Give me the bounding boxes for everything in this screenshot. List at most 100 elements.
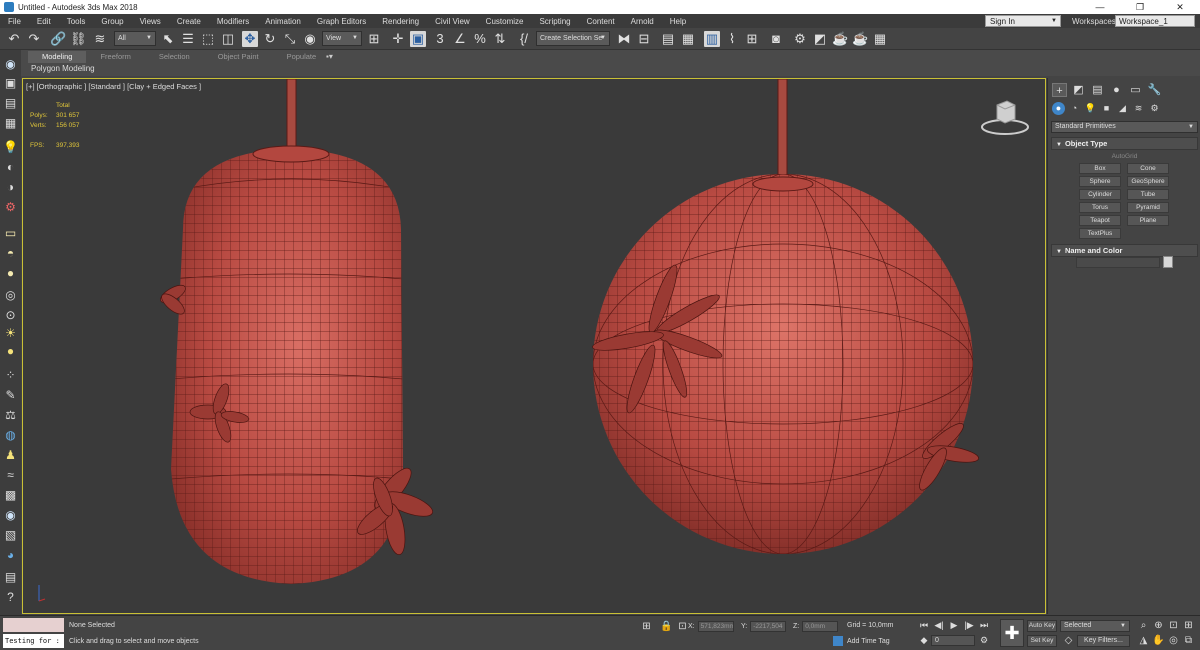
layer-explorer-icon[interactable]: ▦ (680, 31, 696, 47)
motion-tab-icon[interactable]: ● (1109, 83, 1124, 97)
shape-icon[interactable]: ⊙ (3, 308, 18, 322)
object-type-header[interactable]: ▼ Object Type (1051, 137, 1198, 150)
z-value-input[interactable]: 0,0mm (802, 621, 839, 632)
ribbon-options-icon[interactable]: ▪▾ (326, 52, 333, 61)
capsule-object[interactable] (158, 79, 436, 599)
rendered-frame-window-icon[interactable]: ◩ (812, 31, 828, 47)
helper-icon[interactable]: ◑ (3, 180, 18, 194)
undo-icon[interactable]: ↶ (6, 31, 22, 47)
material-editor-icon[interactable]: ◙ (768, 31, 784, 47)
tab-freeform[interactable]: Freeform (86, 51, 144, 63)
particle-icon[interactable]: ⁘ (3, 368, 18, 382)
shapes-category-icon[interactable]: ◔ (1068, 102, 1081, 115)
workspace-select[interactable]: Workspace_1 (1115, 15, 1195, 27)
redo-icon[interactable]: ↷ (26, 31, 42, 47)
cloth-icon[interactable]: ▩ (3, 488, 18, 502)
link-tool-icon[interactable]: ⚖ (3, 408, 18, 422)
globe-icon[interactable]: ◍ (3, 428, 18, 442)
hemisphere-icon[interactable]: ◓ (3, 246, 18, 260)
menu-civil-view[interactable]: Civil View (427, 17, 478, 26)
render-setup-icon[interactable]: ⚙ (792, 31, 808, 47)
orbit-icon[interactable]: ◎ (1167, 635, 1180, 646)
align-icon[interactable]: ⊟ (636, 31, 652, 47)
select-manipulate-icon[interactable]: ✛ (390, 31, 406, 47)
snaps-toggle-icon[interactable]: 3 (432, 31, 448, 47)
tube-button[interactable]: Tube (1127, 189, 1169, 200)
link-icon[interactable]: 🔗 (50, 31, 66, 47)
mirror-icon[interactable]: ⧓ (616, 31, 632, 47)
x-value-input[interactable]: 571,823mm (697, 621, 734, 632)
menu-rendering[interactable]: Rendering (374, 17, 427, 26)
key-set-select[interactable]: Selected ▼ (1060, 620, 1130, 632)
box-button[interactable]: Box (1079, 163, 1121, 174)
object-name-input[interactable] (1076, 257, 1160, 268)
sphere-button[interactable]: Sphere (1079, 176, 1121, 187)
systems-category-icon[interactable]: ⚙ (1148, 102, 1161, 115)
go-to-start-icon[interactable]: ⏮ (918, 620, 930, 631)
menu-file[interactable]: File (0, 17, 29, 26)
zoom-all-icon[interactable]: ⊕ (1152, 620, 1165, 631)
tab-selection[interactable]: Selection (145, 51, 204, 63)
tab-populate[interactable]: Populate (273, 51, 331, 63)
menu-content[interactable]: Content (579, 17, 623, 26)
list-icon[interactable]: ▤ (3, 96, 18, 110)
menu-tools[interactable]: Tools (59, 17, 94, 26)
material-ball-icon[interactable]: ● (3, 344, 18, 358)
menu-views[interactable]: Views (132, 17, 169, 26)
isolate-selection-icon[interactable]: ⊞ (640, 621, 653, 632)
reference-coord-select[interactable]: View ▼ (322, 31, 362, 46)
render-production-icon[interactable]: ☕ (832, 31, 848, 47)
select-and-rotate-icon[interactable]: ↻ (262, 31, 278, 47)
set-key-big-icon[interactable]: ✚ (1000, 619, 1024, 647)
modify-tab-icon[interactable]: ◩ (1071, 83, 1086, 97)
menu-graph-editors[interactable]: Graph Editors (309, 17, 374, 26)
maxscript-listener-input[interactable]: Testing for : (3, 634, 64, 648)
schematic-view-icon[interactable]: ⊞ (744, 31, 760, 47)
current-frame-input[interactable]: 0 (931, 635, 975, 646)
menu-animation[interactable]: Animation (257, 17, 309, 26)
autogrid-checkbox[interactable]: AutoGrid (1051, 153, 1198, 160)
angle-snap-icon[interactable]: ∠ (452, 31, 468, 47)
paint-icon[interactable]: ✎ (3, 388, 18, 402)
explorer-icon[interactable]: ▣ (3, 76, 18, 90)
geosphere-button[interactable]: GeoSphere (1127, 176, 1169, 187)
viewcube-icon[interactable] (979, 97, 1031, 137)
pivot-center-icon[interactable]: ⊞ (366, 31, 382, 47)
render-in-cloud-icon[interactable]: ▦ (872, 31, 888, 47)
add-time-tag-button[interactable]: Add Time Tag (833, 636, 890, 646)
minimize-button[interactable]: — (1080, 0, 1120, 14)
object-color-swatch[interactable] (1163, 256, 1173, 268)
rectangular-selection-icon[interactable]: ⬚ (200, 31, 216, 47)
select-and-scale-icon[interactable]: ⤡ (282, 31, 298, 47)
layers-icon[interactable]: ▦ (3, 116, 18, 130)
hair-icon[interactable]: ≈ (3, 468, 18, 482)
helpers-category-icon[interactable]: ◢ (1116, 102, 1129, 115)
sun-icon[interactable]: ☀ (3, 326, 18, 340)
unlink-icon[interactable]: ⛓ (70, 31, 87, 47)
geometry-category-icon[interactable]: ● (1052, 102, 1065, 115)
keyboard-shortcut-override-icon[interactable]: ▣ (410, 31, 426, 47)
object-category-select[interactable]: Standard Primitives ▼ (1051, 121, 1198, 133)
select-by-name-icon[interactable]: ☰ (180, 31, 196, 47)
help-icon[interactable]: ? (3, 590, 18, 604)
menu-modifiers[interactable]: Modifiers (209, 17, 257, 26)
pyramid-button[interactable]: Pyramid (1127, 202, 1169, 213)
y-value-input[interactable]: -2217,504 (750, 621, 787, 632)
menu-arnold[interactable]: Arnold (623, 17, 662, 26)
field-of-view-icon[interactable]: ◮ (1137, 635, 1150, 646)
light-icon[interactable]: 💡 (3, 140, 18, 154)
perspective-viewport[interactable]: [+] [Orthographic ] [Standard ] [Clay + … (22, 78, 1046, 614)
key-filters-button[interactable]: Key Filters... (1077, 635, 1130, 647)
viewport-label[interactable]: [+] [Orthographic ] [Standard ] [Clay + … (26, 82, 201, 91)
ribbon-toggle-icon[interactable]: ▥ (704, 31, 720, 47)
key-filter-icon[interactable]: ◇ (1062, 635, 1075, 646)
window-crossing-icon[interactable]: ◫ (220, 31, 236, 47)
spacewarp-icon[interactable]: ⚙ (3, 200, 18, 214)
select-and-move-icon[interactable]: ✥ (242, 31, 258, 47)
spinner-snap-icon[interactable]: ⇅ (492, 31, 508, 47)
sphere-icon[interactable]: ● (3, 266, 18, 280)
create-tab-icon[interactable]: + (1052, 83, 1067, 97)
go-to-end-icon[interactable]: ⏭ (978, 620, 990, 631)
next-frame-icon[interactable]: |▶ (963, 620, 975, 631)
hierarchy-tab-icon[interactable]: ▤ (1090, 83, 1105, 97)
